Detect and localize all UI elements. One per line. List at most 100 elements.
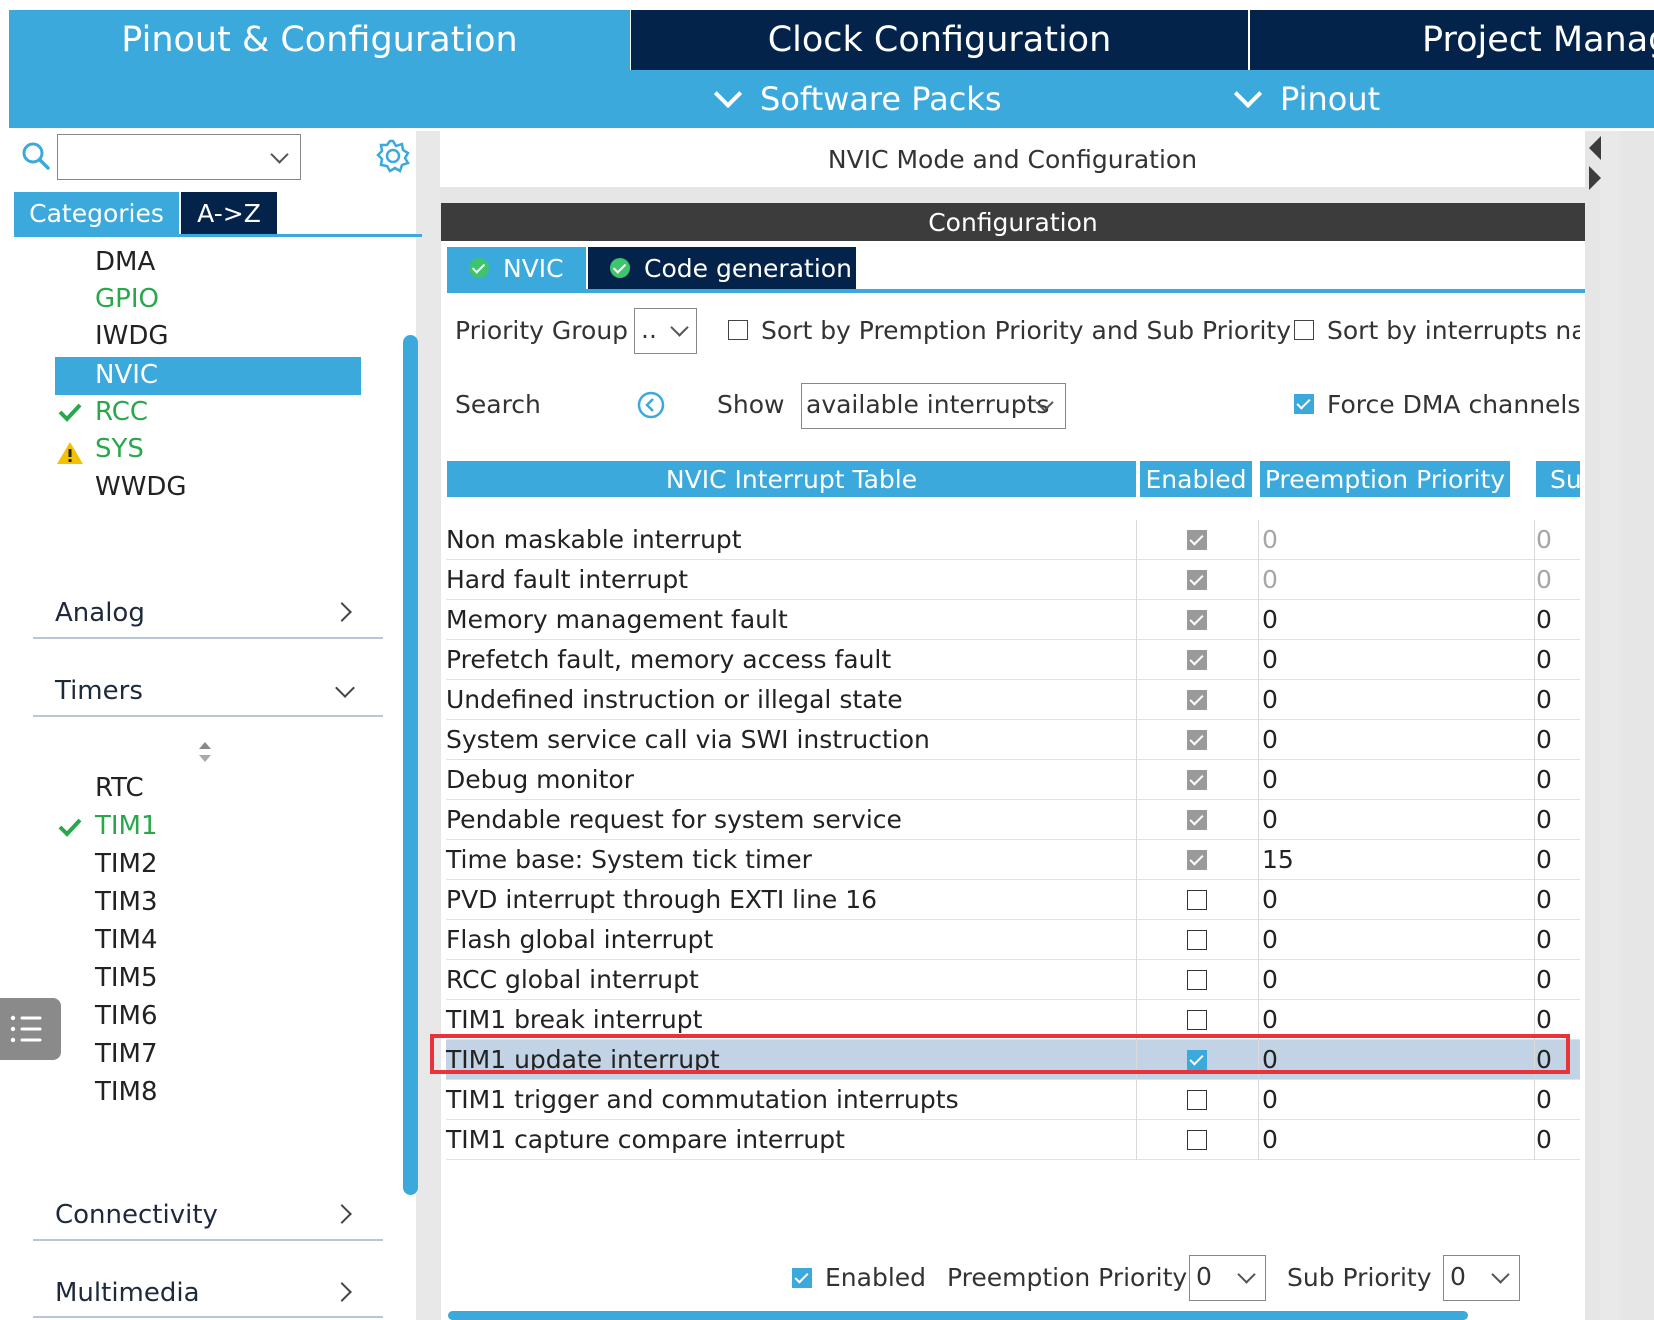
category-analog[interactable]: Analog [55,598,145,628]
sub-priority-cell[interactable]: 0 [1536,720,1552,760]
search-input[interactable] [57,134,301,180]
sidebar-item-tim5[interactable]: TIM5 [95,960,158,996]
sub-priority-select[interactable]: 0 [1443,1255,1520,1301]
sidebar-item-tim8[interactable]: TIM8 [95,1074,158,1110]
sidebar-item-rcc[interactable]: RCC [95,394,148,430]
sidebar-item-tim7[interactable]: TIM7 [95,1036,158,1072]
sidebar-item-dma[interactable]: DMA [95,244,155,280]
chevron-down-icon[interactable] [270,145,289,164]
table-row[interactable]: Flash global interrupt 0 0 [446,920,1580,960]
table-row[interactable]: TIM1 capture compare interrupt 0 0 [446,1120,1580,1160]
preemption-priority-cell[interactable]: 0 [1262,720,1278,760]
table-row[interactable]: Hard fault interrupt 0 0 [446,560,1580,600]
category-connectivity[interactable]: Connectivity [55,1200,218,1230]
sidebar-item-wwdg[interactable]: WWDG [95,469,187,505]
header-interrupt-table[interactable]: NVIC Interrupt Table [447,461,1136,497]
sub-priority-cell[interactable]: 0 [1536,560,1552,600]
tab-project-manager[interactable]: Project Manag [1250,10,1654,70]
force-dma-checkbox[interactable] [1294,394,1314,414]
sub-priority-cell[interactable]: 0 [1536,680,1552,720]
preemption-priority-cell[interactable]: 15 [1262,840,1294,880]
table-row[interactable]: System service call via SWI instruction 0… [446,720,1580,760]
table-row[interactable]: Pendable request for system service 0 0 [446,800,1580,840]
sort-names-checkbox[interactable] [1294,320,1314,340]
tab-pinout-configuration[interactable]: Pinout & Configuration [9,10,630,70]
preemption-priority-cell[interactable]: 0 [1262,920,1278,960]
enabled-checkbox[interactable] [1187,1130,1207,1150]
enabled-checkbox[interactable] [1187,930,1207,950]
sidebar-item-tim1[interactable]: TIM1 [95,808,158,844]
priority-group-select[interactable]: .. [634,308,697,354]
preemption-priority-cell[interactable]: 0 [1262,640,1278,680]
preemption-priority-cell[interactable]: 0 [1262,1080,1278,1120]
tab-categories[interactable]: Categories [14,192,179,234]
preemption-priority-cell[interactable]: 0 [1262,880,1278,920]
sub-priority-cell[interactable]: 0 [1536,760,1552,800]
preemption-priority-cell[interactable]: 0 [1262,800,1278,840]
category-timers[interactable]: Timers [55,676,143,706]
sort-premption-checkbox[interactable] [728,320,748,340]
preemption-priority-cell[interactable]: 0 [1262,520,1278,560]
sub-priority-cell[interactable]: 0 [1536,600,1552,640]
enabled-checkbox[interactable] [1187,1010,1207,1030]
table-row[interactable]: Memory management fault 0 0 [446,600,1580,640]
pinout-menu[interactable]: Pinout [1233,70,1380,128]
enabled-checkbox [1187,690,1207,710]
sidebar-scrollbar[interactable] [403,335,418,1195]
sidebar-item-rtc[interactable]: RTC [95,770,144,806]
preemption-priority-cell[interactable]: 0 [1262,1120,1278,1160]
enabled-checkbox[interactable] [1187,890,1207,910]
preemption-priority-cell[interactable]: 0 [1262,960,1278,1000]
sidebar-item-iwdg[interactable]: IWDG [95,318,169,354]
collapse-arrows-icon[interactable] [1587,134,1603,194]
sub-priority-cell[interactable]: 0 [1536,520,1552,560]
table-row[interactable]: Debug monitor 0 0 [446,760,1580,800]
table-row[interactable]: Prefetch fault, memory access fault 0 0 [446,640,1580,680]
sidebar-item-sys[interactable]: SYS [95,431,144,467]
sidebar-item-tim4[interactable]: TIM4 [95,922,158,958]
gear-icon[interactable] [375,138,411,174]
sort-arrows-icon[interactable] [196,740,214,764]
table-row[interactable]: PVD interrupt through EXTI line 16 0 0 [446,880,1580,920]
table-row[interactable]: TIM1 trigger and commutation interrupts 0… [446,1080,1580,1120]
sidebar-item-tim3[interactable]: TIM3 [95,884,158,920]
tab-code-generation[interactable]: Code generation [588,247,856,289]
sub-priority-cell[interactable]: 0 [1536,1120,1552,1160]
tab-a-to-z[interactable]: A->Z [181,192,277,234]
sub-priority-cell[interactable]: 0 [1536,800,1552,840]
sidebar-item-tim6[interactable]: TIM6 [95,998,158,1034]
table-row[interactable]: Non maskable interrupt 0 0 [446,520,1580,560]
sub-priority-cell[interactable]: 0 [1536,840,1552,880]
sub-priority-cell[interactable]: 0 [1536,920,1552,960]
search-clear-icon[interactable] [636,390,666,420]
tab-clock-configuration[interactable]: Clock Configuration [631,10,1248,70]
header-enabled[interactable]: Enabled [1140,461,1252,497]
sub-priority-cell[interactable]: 0 [1536,640,1552,680]
preemption-priority-cell[interactable]: 0 [1262,760,1278,800]
preemption-priority-cell[interactable]: 0 [1262,600,1278,640]
table-row[interactable]: RCC global interrupt 0 0 [446,960,1580,1000]
header-sub-priority[interactable]: Su [1536,461,1580,497]
category-multimedia[interactable]: Multimedia [55,1278,200,1308]
preemption-priority-cell[interactable]: 0 [1262,680,1278,720]
show-select[interactable]: available interrupts [801,383,1066,429]
sub-priority-cell[interactable]: 0 [1536,960,1552,1000]
search-icon[interactable] [20,140,52,172]
horizontal-scrollbar[interactable] [448,1311,1468,1320]
sub-priority-cell[interactable]: 0 [1536,1080,1552,1120]
sidebar-item-tim2[interactable]: TIM2 [95,846,158,882]
sidebar-item-gpio[interactable]: GPIO [95,281,159,317]
table-row[interactable]: Undefined instruction or illegal state 0 0 [446,680,1580,720]
list-menu-button[interactable] [0,998,61,1060]
enabled-checkbox[interactable] [792,1268,812,1288]
enabled-checkbox[interactable] [1187,1090,1207,1110]
table-row[interactable]: Time base: System tick timer 15 0 [446,840,1580,880]
sub-priority-cell[interactable]: 0 [1536,880,1552,920]
preemption-priority-cell[interactable]: 0 [1262,560,1278,600]
tab-nvic[interactable]: NVIC [447,247,586,289]
sidebar-item-nvic[interactable]: NVIC [95,357,158,393]
header-preemption-priority[interactable]: Preemption Priority [1260,461,1510,497]
preemption-priority-select[interactable]: 0 [1189,1255,1266,1301]
enabled-checkbox[interactable] [1187,970,1207,990]
software-packs-menu[interactable]: Software Packs [713,70,1002,128]
